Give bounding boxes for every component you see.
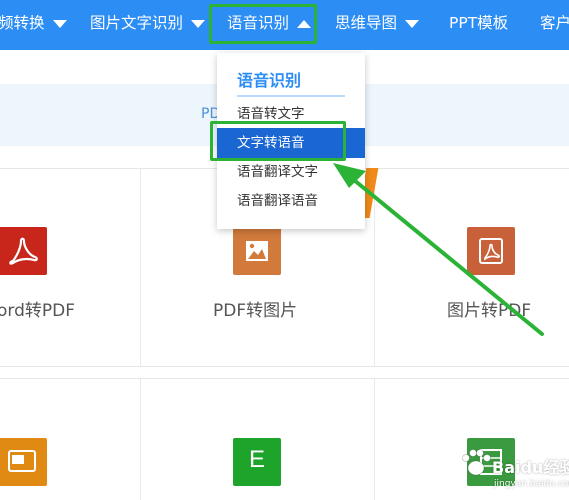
watermark-url: jingyan.baidu.com	[494, 479, 569, 489]
watermark-text: Baidu经验	[492, 458, 569, 477]
annotation-arrow	[333, 163, 544, 336]
page: 频转换 图片文字识别 语音识别 思维导图 PPT模板 客户 PD ord转PDF	[0, 0, 569, 500]
